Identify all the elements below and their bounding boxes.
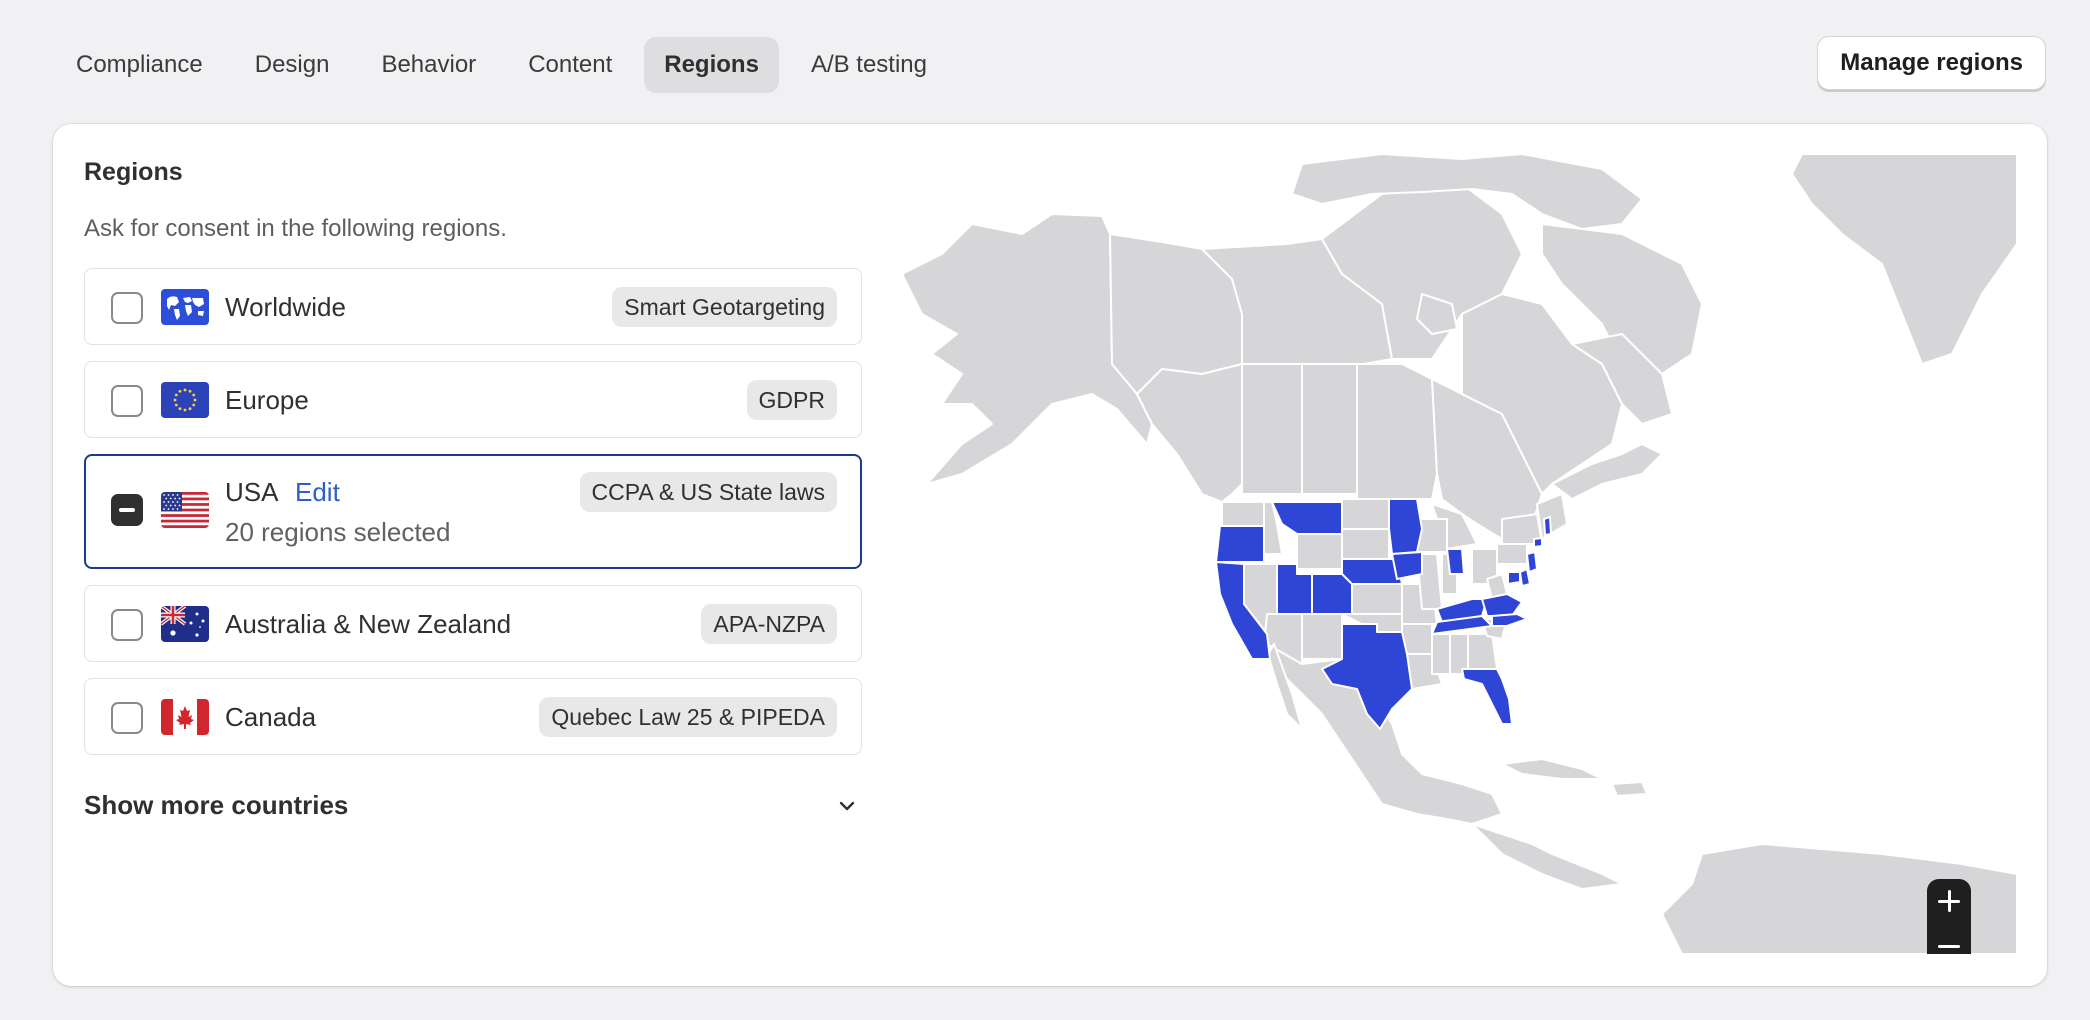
- map-region-new-england: [1536, 493, 1568, 540]
- map-region-hispaniola: [1611, 781, 1648, 797]
- map-region-utah: [1276, 563, 1313, 615]
- map-region-saskatchewan: [1301, 363, 1358, 495]
- minus-icon: [1938, 945, 1960, 948]
- selected-count: 20 regions selected: [225, 517, 451, 547]
- map-region-greenland: [1791, 154, 2017, 365]
- settings-tabs: Compliance Design Behavior Content Regio…: [56, 37, 947, 93]
- show-more-label: Show more countries: [84, 790, 349, 820]
- map-region-north-dakota: [1341, 498, 1390, 530]
- law-badge: Smart Geotargeting: [612, 287, 837, 327]
- law-badge: Quebec Law 25 & PIPEDA: [539, 697, 837, 737]
- canada-checkbox[interactable]: [111, 702, 143, 734]
- region-map[interactable]: [902, 154, 2017, 954]
- map-region-iowa: [1391, 551, 1423, 580]
- worldwide-checkbox[interactable]: [111, 292, 143, 324]
- tab-behavior[interactable]: Behavior: [361, 37, 496, 93]
- zoom-out-button[interactable]: [1927, 924, 1971, 954]
- region-name: Worldwide: [225, 292, 346, 322]
- chevron-down-icon: [839, 801, 855, 811]
- map-region-north-carolina: [1491, 613, 1528, 627]
- map-region-maryland: [1507, 571, 1521, 585]
- map-region-florida: [1461, 668, 1513, 725]
- region-name: USA: [225, 477, 279, 507]
- tab-content[interactable]: Content: [508, 37, 632, 93]
- region-name: Canada: [225, 702, 317, 732]
- region-item-canada[interactable]: Canada Quebec Law 25 & PIPEDA: [84, 678, 862, 755]
- section-title: Regions: [84, 158, 183, 186]
- region-name: Australia & New Zealand: [225, 609, 512, 639]
- usa-checkbox-indeterminate[interactable]: [111, 494, 143, 526]
- map-region-mississippi: [1431, 633, 1451, 675]
- map-region-south-dakota: [1341, 528, 1390, 560]
- map-region-british-columbia: [1136, 363, 1243, 503]
- map-region-manitoba: [1356, 363, 1438, 500]
- eu-flag-icon: [161, 382, 209, 418]
- tab-compliance[interactable]: Compliance: [56, 37, 223, 93]
- australia-flag-icon: [161, 606, 209, 642]
- australia-nz-checkbox[interactable]: [111, 609, 143, 641]
- map-region-connecticut: [1533, 537, 1543, 548]
- region-item-australia-nz[interactable]: Australia & New Zealand APA-NZPA: [84, 585, 862, 662]
- us-flag-icon: [161, 492, 209, 528]
- region-name: Europe: [225, 385, 309, 415]
- map-region-central-america: [1471, 823, 1623, 890]
- map-region-colorado: [1311, 573, 1353, 615]
- law-badge: APA-NZPA: [701, 604, 837, 644]
- tab-design[interactable]: Design: [235, 37, 350, 93]
- map-region-michigan-selected: [1446, 548, 1465, 575]
- map-region-new-jersey: [1526, 551, 1538, 573]
- map-region-kansas: [1351, 583, 1403, 615]
- map-region-cuba: [1501, 758, 1603, 780]
- map-region-wyoming: [1296, 533, 1343, 570]
- map-region-oregon: [1215, 525, 1265, 563]
- zoom-in-button[interactable]: [1927, 879, 1971, 924]
- map-region-washington: [1221, 501, 1265, 527]
- world-flag-icon: [161, 289, 209, 325]
- map-region-new-mexico: [1301, 613, 1343, 660]
- law-badge: CCPA & US State laws: [579, 472, 837, 512]
- region-item-europe[interactable]: Europe GDPR: [84, 361, 862, 438]
- map-zoom-controls: [1927, 879, 1971, 954]
- map-region-new-hampshire: [1543, 516, 1552, 536]
- map-region-virginia: [1481, 593, 1523, 617]
- map-region-montana: [1271, 501, 1343, 535]
- map-region-georgia: [1467, 633, 1498, 670]
- canada-flag-icon: [161, 699, 209, 735]
- region-list: Worldwide Smart Geotargeting Europe GDPR…: [84, 268, 862, 755]
- europe-checkbox[interactable]: [111, 385, 143, 417]
- manage-regions-button[interactable]: Manage regions: [1817, 36, 2046, 90]
- region-item-worldwide[interactable]: Worldwide Smart Geotargeting: [84, 268, 862, 345]
- map-region-minnesota: [1388, 498, 1423, 555]
- region-item-usa[interactable]: USA Edit 20 regions selected CCPA & US S…: [84, 454, 862, 569]
- usa-edit-link[interactable]: Edit: [295, 476, 340, 508]
- regions-panel: Regions Ask for consent in the following…: [84, 158, 862, 825]
- map-region-alberta: [1241, 363, 1303, 495]
- tab-regions[interactable]: Regions: [644, 37, 779, 93]
- section-subtitle: Ask for consent in the following regions…: [84, 215, 507, 242]
- law-badge: GDPR: [746, 380, 837, 420]
- top-bar: Compliance Design Behavior Content Regio…: [0, 0, 2090, 130]
- tab-ab-testing[interactable]: A/B testing: [791, 37, 947, 93]
- show-more-countries[interactable]: Show more countries: [84, 785, 862, 825]
- regions-card: Regions Ask for consent in the following…: [53, 124, 2047, 986]
- map-region-pennsylvania: [1496, 543, 1528, 565]
